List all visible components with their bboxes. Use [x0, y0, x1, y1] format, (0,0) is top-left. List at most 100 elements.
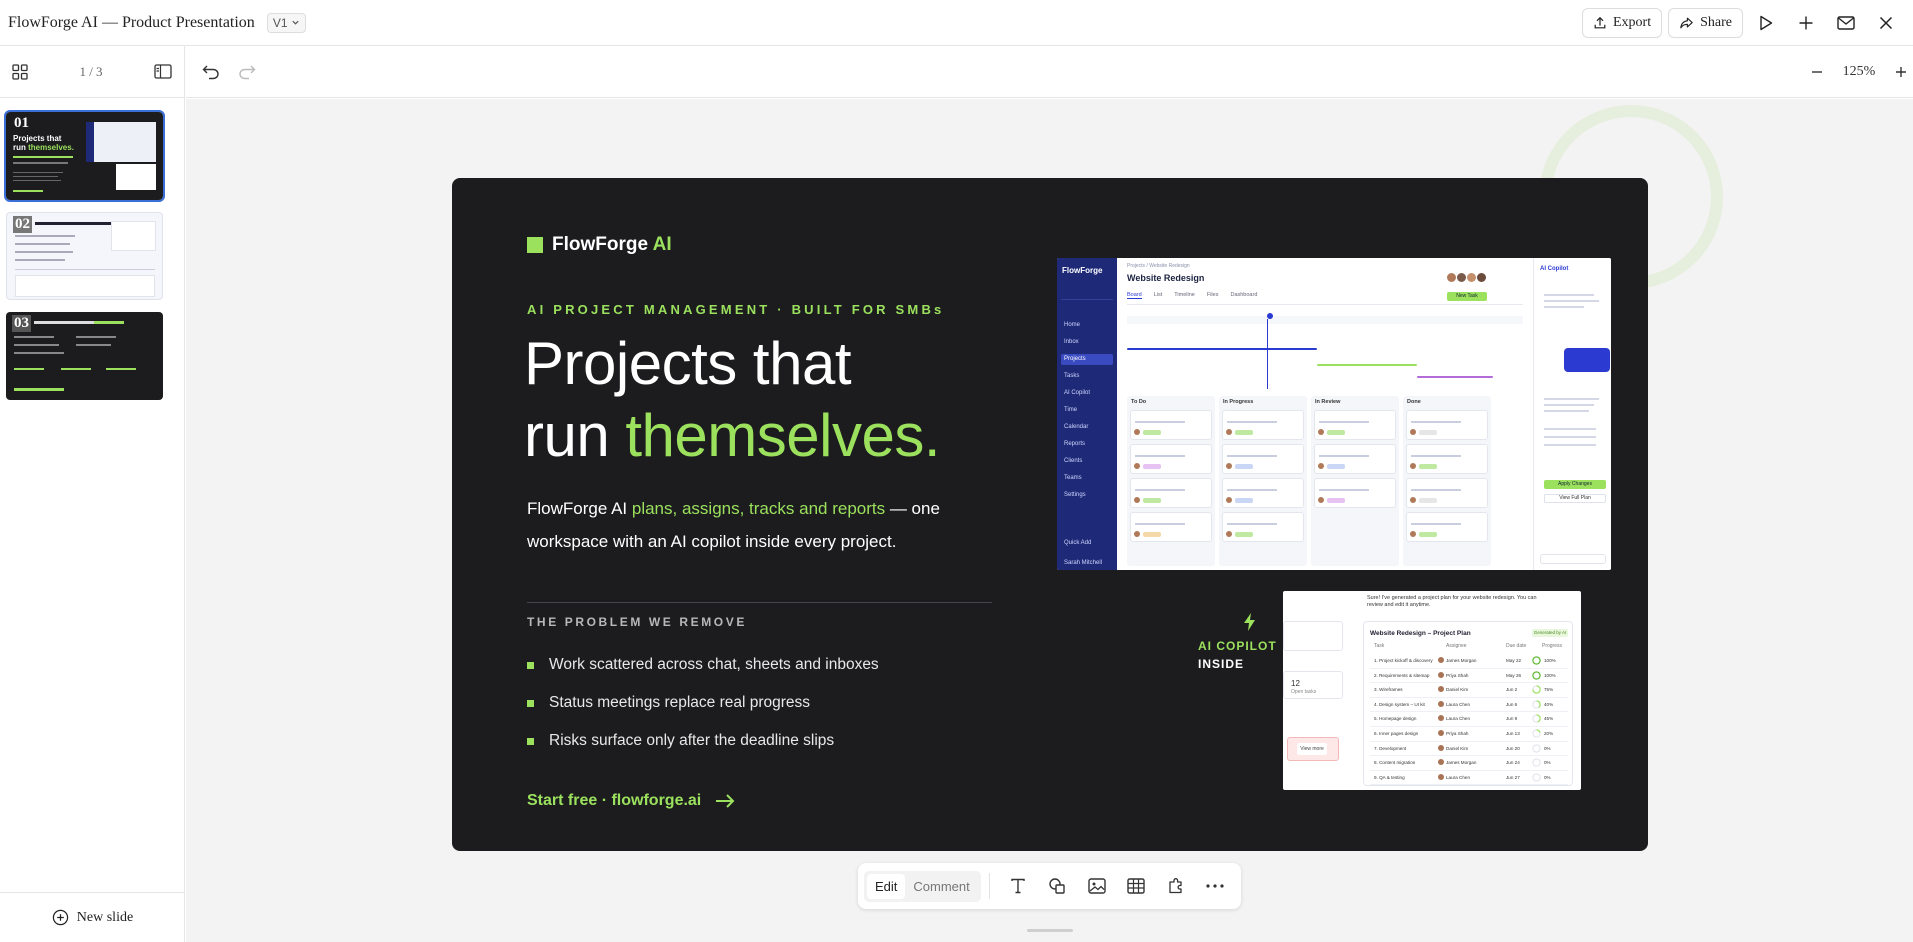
- comment-mode-tab[interactable]: Comment: [905, 874, 977, 899]
- plan-assignee: Daniel Kim: [1446, 687, 1469, 693]
- resize-handle[interactable]: [1027, 929, 1073, 932]
- plan-assignee: Priya Shah: [1446, 672, 1469, 678]
- add-button[interactable]: [1789, 6, 1823, 40]
- dashboard-tab: List: [1153, 292, 1163, 298]
- copilot-view-plan: View Full Plan: [1544, 494, 1606, 503]
- progress-ring-icon: [1532, 743, 1541, 753]
- table-row: 8. Content migration James Morgan Jun 24 0%: [1364, 756, 1572, 771]
- plan-title: Website Redesign – Project Plan: [1370, 630, 1471, 637]
- plus-circle-icon: [52, 909, 68, 926]
- plan-ai-badge: Generated by AI: [1532, 629, 1568, 637]
- headline-line-2: run themselves.: [524, 402, 941, 469]
- plan-task: 6. Inner pages design: [1374, 731, 1419, 736]
- plan-due: Jun 24: [1506, 760, 1520, 766]
- plan-progress: 75%: [1544, 687, 1554, 693]
- plan-header-assignee: Assignee: [1446, 643, 1467, 649]
- slide-number: 02: [13, 216, 32, 233]
- redo-icon[interactable]: [238, 64, 256, 80]
- headline-highlight: themselves.: [625, 402, 941, 469]
- dashboard-nav-item: Projects: [1061, 354, 1113, 365]
- slide-thumbnail-2[interactable]: 02: [6, 212, 163, 300]
- zoom-level[interactable]: 125%: [1837, 64, 1881, 80]
- version-label: V1: [272, 15, 288, 30]
- copilot-apply-changes: Apply Changes: [1544, 480, 1606, 489]
- problem-section-title: THE PROBLEM WE REMOVE: [527, 615, 747, 629]
- slide-thumbnail-1[interactable]: 01 Projects that run themselves.: [4, 110, 165, 202]
- close-button[interactable]: [1869, 6, 1903, 40]
- more-tool[interactable]: [1195, 869, 1235, 903]
- edit-mode-tab[interactable]: Edit: [867, 873, 906, 899]
- plugin-icon: [1169, 878, 1182, 894]
- plan-task: 7. Development: [1374, 745, 1407, 751]
- export-button[interactable]: Export: [1582, 8, 1663, 38]
- thumbnail-headline: Projects that run themselves.: [13, 134, 74, 152]
- sidebar-toggle-icon[interactable]: [154, 64, 172, 79]
- progress-ring-icon: [1532, 670, 1541, 680]
- undo-icon[interactable]: [202, 64, 220, 80]
- close-icon: [1879, 16, 1893, 30]
- version-selector[interactable]: V1: [266, 12, 306, 33]
- slide-number: 01: [14, 115, 29, 131]
- present-button[interactable]: [1749, 6, 1783, 40]
- slide-thumbnail-3[interactable]: 03: [6, 312, 163, 400]
- slide-number: 03: [12, 315, 31, 332]
- plan-assignee: Laura Chen: [1446, 716, 1471, 722]
- email-button[interactable]: [1829, 6, 1863, 40]
- copilot-title: AI Copilot: [1540, 266, 1569, 272]
- project-plan-screenshot: 12 Open tasks View more Sure! I've gener…: [1283, 591, 1581, 790]
- mail-icon: [1837, 16, 1855, 30]
- plan-due: Jun 27: [1506, 774, 1520, 780]
- avatar: [1438, 744, 1444, 751]
- plugin-tool[interactable]: [1156, 869, 1196, 903]
- slides-sidebar: 1 / 3 01 Projects that run themselves. 02…: [0, 46, 185, 942]
- dashboard-tab: Files: [1206, 292, 1219, 298]
- text-tool[interactable]: [998, 869, 1038, 903]
- image-tool[interactable]: [1077, 869, 1117, 903]
- progress-ring-icon: [1532, 729, 1541, 738]
- dashboard-main: Projects / Website Redesign Website Rede…: [1117, 258, 1533, 570]
- dashboard-tabs: Board List Timeline Files Dashboard: [1127, 292, 1257, 299]
- plan-progress: 0%: [1544, 745, 1551, 751]
- table-icon: [1127, 878, 1145, 894]
- slide[interactable]: FlowForge AI AI PROJECT MANAGEMENT · BUI…: [452, 178, 1648, 851]
- brand-logo: FlowForge AI: [527, 234, 672, 256]
- dashboard-quick-add: Quick Add: [1064, 540, 1092, 546]
- zoom-out-icon[interactable]: [1811, 66, 1823, 78]
- progress-ring-icon: [1532, 656, 1541, 665]
- plan-task: 3. Wireframes: [1374, 687, 1403, 693]
- plan-header-progress: Progress: [1542, 643, 1563, 649]
- plan-due: Jun 13: [1506, 731, 1520, 736]
- table-tool[interactable]: [1116, 869, 1156, 903]
- plan-due: May 22: [1506, 658, 1522, 663]
- plan-header-due: Due date: [1506, 643, 1527, 649]
- board-column-title: In Progress: [1223, 399, 1254, 405]
- call-to-action[interactable]: Start free · flowforge.ai: [527, 792, 735, 810]
- dashboard-nav-item: Inbox: [1064, 339, 1079, 345]
- plan-due: Jun 9: [1506, 716, 1518, 722]
- shape-tool[interactable]: [1037, 869, 1077, 903]
- table-row: 1. Project kickoff & discovery James Morg…: [1364, 654, 1572, 669]
- dashboard-tab: Board: [1127, 292, 1142, 299]
- problem-list: Work scattered across chat, sheets and i…: [527, 646, 879, 760]
- share-button[interactable]: Share: [1668, 8, 1743, 38]
- dashboard-nav-item: Calendar: [1064, 424, 1089, 430]
- dashboard-new-task: New Task: [1447, 292, 1487, 301]
- new-slide-button[interactable]: New slide: [0, 892, 185, 942]
- document-title[interactable]: FlowForge AI — Product Presentation: [8, 14, 255, 32]
- avatar: [1438, 759, 1444, 766]
- plan-progress: 45%: [1544, 716, 1554, 722]
- text-icon: [1010, 878, 1025, 894]
- board-column-title: In Review: [1315, 399, 1341, 405]
- bullet-square-icon: [527, 699, 534, 707]
- list-item: Work scattered across chat, sheets and i…: [527, 646, 879, 684]
- editing-toolbar: Edit Comment: [858, 863, 1241, 909]
- dashboard-breadcrumb: Projects / Website Redesign: [1127, 263, 1190, 269]
- board-column: In Progress: [1219, 396, 1307, 566]
- plan-header-task: Task: [1374, 643, 1385, 649]
- board-column-title: Done: [1407, 399, 1421, 405]
- avatar: [1438, 715, 1444, 722]
- dashboard-nav-item: Home: [1064, 322, 1081, 328]
- plan-side-panel: 12 Open tasks View more: [1283, 591, 1348, 790]
- grid-view-icon[interactable]: [12, 63, 28, 80]
- zoom-in-icon[interactable]: [1895, 66, 1907, 78]
